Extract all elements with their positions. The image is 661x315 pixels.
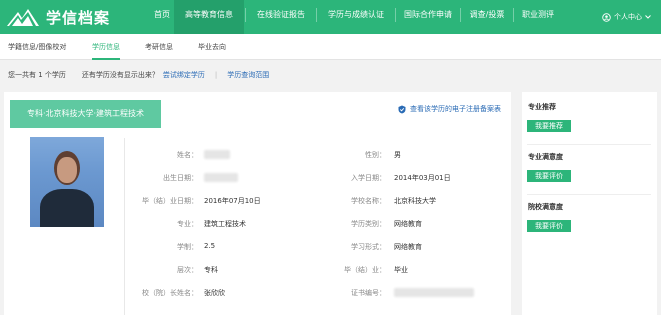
tab-enrollment-info[interactable]: 学籍信息/图像校对: [8, 34, 66, 60]
nav-survey[interactable]: 调查/投票: [462, 0, 512, 34]
enrollment-date-value: 2014年03月01日: [394, 174, 451, 182]
shield-icon: [398, 105, 406, 113]
president-name-label: 校（院）长姓名：: [142, 289, 198, 297]
major-value: 建筑工程技术: [204, 220, 246, 228]
site-logo[interactable]: 学信档案: [6, 3, 110, 31]
user-menu-label: 个人中心: [614, 13, 642, 21]
level-value: 专科: [204, 266, 218, 274]
degree-count-line: 您一共有 1 个学历 还有学历没有显示出来？ 尝试绑定学历 | 学历查询范围: [8, 70, 269, 80]
duration-label: 学制：: [177, 243, 198, 251]
degree-count-text: 您一共有 1 个学历: [8, 71, 66, 79]
name-value-redacted: [204, 150, 230, 159]
recommend-button[interactable]: 我要推荐: [527, 120, 571, 132]
logo-icon: [6, 6, 40, 28]
duration-value: 2.5: [204, 242, 216, 250]
divider: |: [214, 71, 218, 79]
degree-record-card: 专科·北京科技大学·建筑工程技术 查看该学历的电子注册备案表 姓名： 出生日期：…: [4, 92, 511, 315]
nav-degree-certification[interactable]: 学历与成绩认证: [318, 0, 394, 34]
rate-major-button[interactable]: 我要评价: [527, 170, 571, 182]
graduation-status-value: 毕业: [394, 266, 408, 274]
certificate-number-value-redacted: [394, 288, 474, 297]
divider: [527, 194, 651, 195]
major-label: 专业：: [177, 220, 198, 228]
tab-degree-info[interactable]: 学历信息: [92, 34, 120, 60]
user-icon: [602, 12, 611, 22]
graduation-date-value: 2016年07月10日: [204, 197, 261, 205]
school-name-value: 北京科技大学: [394, 197, 436, 205]
name-label: 姓名：: [177, 151, 198, 159]
divider: [527, 144, 651, 145]
school-satisfaction-title: 院校满意度: [528, 203, 563, 211]
user-menu[interactable]: 个人中心: [602, 0, 651, 34]
birth-date-label: 出生日期：: [163, 174, 198, 182]
e-register-link[interactable]: 查看该学历的电子注册备案表: [398, 104, 501, 114]
graduation-status-label: 毕（结）业：: [344, 266, 386, 274]
brand-name: 学信档案: [46, 8, 111, 27]
degree-category-label: 学历类别：: [351, 220, 386, 228]
recommendation-sidebar: 专业推荐 我要推荐 专业满意度 我要评价 院校满意度 我要评价: [522, 92, 657, 315]
level-label: 层次：: [177, 266, 198, 274]
nav-divider: [460, 8, 461, 22]
gender-label: 性别：: [365, 151, 386, 159]
nav-higher-education[interactable]: 高等教育信息: [174, 0, 244, 34]
nav-divider: [245, 8, 246, 22]
rate-school-button[interactable]: 我要评价: [527, 220, 571, 232]
tab-graduation-destination[interactable]: 毕业去向: [198, 34, 226, 60]
study-mode-label: 学习形式：: [351, 243, 386, 251]
tab-postgrad-exam-info[interactable]: 考研信息: [145, 34, 173, 60]
degree-record-title: 专科·北京科技大学·建筑工程技术: [10, 100, 161, 128]
study-mode-value: 网络教育: [394, 243, 422, 251]
enrollment-date-label: 入学日期：: [351, 174, 386, 182]
birth-date-value-redacted: [204, 173, 238, 182]
graduation-date-label: 毕（结）业日期：: [142, 197, 198, 205]
query-range-link[interactable]: 学历查询范围: [227, 70, 269, 80]
bind-degree-link[interactable]: 尝试绑定学历: [163, 70, 205, 80]
major-satisfaction-title: 专业满意度: [528, 153, 563, 161]
nav-career-test[interactable]: 职业测评: [515, 0, 561, 34]
degree-category-value: 网络教育: [394, 220, 422, 228]
nav-divider: [513, 8, 514, 22]
e-register-label: 查看该学历的电子注册备案表: [410, 105, 501, 113]
top-navbar: 学信档案 首页 高等教育信息 在线验证报告 学历与成绩认证 国际合作申请 调查/…: [0, 0, 661, 34]
sub-navbar: 学籍信息/图像校对 学历信息 考研信息 毕业去向: [0, 34, 661, 60]
chevron-down-icon: [645, 15, 651, 19]
nav-divider: [316, 8, 317, 22]
major-recommend-title: 专业推荐: [528, 103, 556, 111]
student-photo: [30, 137, 104, 227]
school-name-label: 学校名称：: [351, 197, 386, 205]
nav-divider: [395, 8, 396, 22]
nav-international[interactable]: 国际合作申请: [397, 0, 459, 34]
nav-online-verification[interactable]: 在线验证报告: [247, 0, 315, 34]
president-name-value: 张欣欣: [204, 289, 225, 297]
certificate-number-label: 证书编号：: [351, 289, 386, 297]
gender-value: 男: [394, 151, 401, 159]
missing-degree-question: 还有学历没有显示出来？: [81, 71, 159, 79]
